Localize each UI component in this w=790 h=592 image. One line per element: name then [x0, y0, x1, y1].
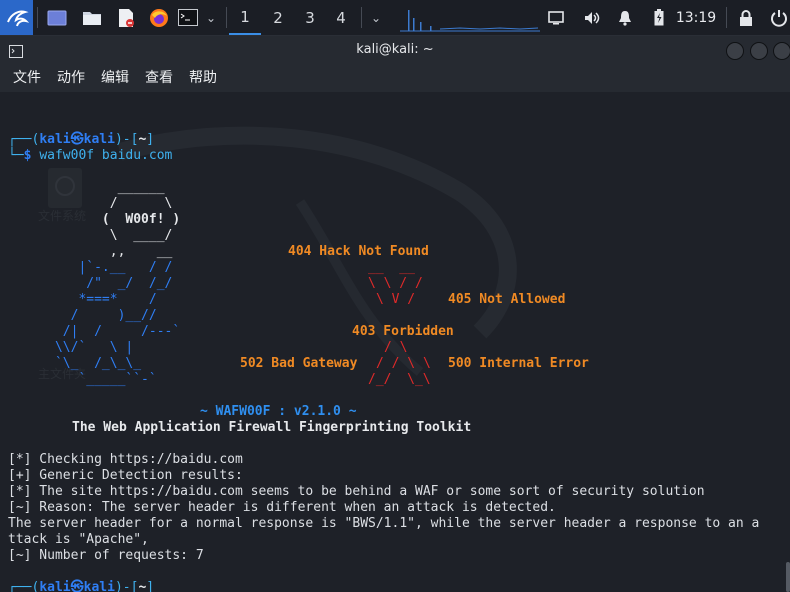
ascii-woof-line: |`-.__ / / [8, 260, 173, 275]
prompt-user: kali [39, 132, 71, 147]
firefox-launcher[interactable] [146, 0, 172, 35]
clock[interactable]: 13:19 [674, 0, 718, 35]
ascii-woof-line: /" _/ /_/ [8, 276, 173, 291]
error-403: 403 Forbidden [352, 324, 454, 339]
error-404: 404 Hack Not Found [288, 244, 429, 259]
window-title: kali@kali: ~ [356, 42, 434, 57]
kali-menu-button[interactable] [0, 0, 33, 35]
terminal-launcher[interactable] [177, 0, 199, 35]
error-405: 405 Not Allowed [448, 292, 566, 307]
display-tray[interactable] [545, 0, 567, 35]
output-line: [*] Checking https://baidu.com [8, 452, 243, 467]
chevron-down-icon: ⌄ [370, 10, 382, 25]
output-line: The server header for a normal response … [8, 516, 760, 531]
close-button[interactable] [773, 42, 790, 60]
workspace-4[interactable]: 4 [325, 0, 357, 35]
ascii-woof-line: \ ____/ [8, 228, 173, 243]
ascii-woof-line: / )__// [8, 308, 157, 323]
prompt-line-2: ┌──(kali㉿kali)-[~] [8, 580, 154, 592]
show-desktop-button[interactable] [44, 0, 70, 35]
menu-actions[interactable]: 动作 [57, 64, 85, 92]
bell-icon [619, 10, 631, 26]
output-line: [+] Generic Detection results: [8, 468, 243, 483]
workspace-2[interactable]: 2 [262, 0, 294, 35]
cpu-graph [400, 10, 540, 32]
workspace-3[interactable]: 3 [294, 0, 326, 35]
kali-dragon-icon [6, 10, 29, 26]
chevron-down-icon: ⌄ [205, 10, 217, 25]
text-editor-icon [119, 8, 134, 27]
output-line: ttack is "Apache", [8, 532, 149, 547]
menu-help[interactable]: 帮助 [189, 64, 217, 92]
menu-edit[interactable]: 编辑 [101, 64, 129, 92]
wafw00f-version: ~ WAFW00F : v2.1.0 ~ [200, 404, 357, 419]
red-x-line: / / \ \ [376, 356, 431, 371]
speaker-icon [585, 11, 600, 24]
monitor-icon [548, 10, 564, 24]
power-icon [771, 9, 787, 27]
folder-icon [83, 12, 101, 25]
output-line: [~] Reason: The server header is differe… [8, 500, 556, 515]
ascii-woof-line: `_____``-` [8, 372, 157, 387]
ascii-woof-line: ( W00f! ) [8, 212, 181, 227]
terminal-output[interactable]: 文件系统 主文件夹 ┌──(kali㉿kali)-[~] └─$ wafw00f… [0, 92, 790, 592]
launcher-menu-chevron[interactable]: ⌄ [202, 0, 220, 35]
battery-tray[interactable] [649, 0, 669, 35]
command-line: └─$ wafw00f baidu.com [8, 148, 173, 163]
terminal-icon [178, 9, 198, 26]
file-manager-launcher[interactable] [79, 0, 105, 35]
text-editor-launcher[interactable] [113, 0, 139, 35]
desktop-icon [47, 10, 67, 25]
prompt-host: kali [83, 132, 115, 147]
lock-screen-button[interactable] [736, 0, 756, 35]
red-x-line: / \ [384, 340, 408, 355]
minimize-button[interactable] [726, 42, 744, 60]
ascii-woof-line: `\_ /_\_\_ [8, 356, 142, 371]
workspace-menu-chevron[interactable]: ⌄ [366, 0, 386, 35]
workspace-1[interactable]: 1 [229, 0, 261, 35]
terminal-scrollbar[interactable] [786, 562, 790, 592]
red-x-line: __ __ [368, 260, 415, 275]
output-line: [*] The site https://baidu.com seems to … [8, 484, 705, 499]
ascii-woof-line: ______ [8, 180, 165, 195]
menu-bar: 文件 动作 编辑 查看 帮助 [0, 64, 790, 92]
notifications-tray[interactable] [614, 0, 636, 35]
ascii-woof-line: /| / /---` [8, 324, 181, 339]
battery-charging-icon [654, 9, 664, 26]
lock-icon [740, 9, 752, 26]
volume-tray[interactable] [581, 0, 603, 35]
top-panel: ⌄ 1 2 3 4 ⌄ 13:19 [0, 0, 790, 36]
wafw00f-subtitle: The Web Application Firewall Fingerprint… [72, 420, 472, 435]
prompt-user: kali [39, 580, 71, 592]
prompt-line-1: ┌──(kali㉿kali)-[~] [8, 132, 155, 147]
command-text: wafw00f baidu.com [39, 148, 173, 163]
ascii-woof-line: \\/` \ | [8, 340, 134, 355]
red-x-line: \ V / [376, 292, 416, 307]
output-line: [~] Number of requests: 7 [8, 548, 204, 563]
window-titlebar[interactable]: kali@kali: ~ [0, 36, 790, 64]
terminal-window: kali@kali: ~ 文件 动作 编辑 查看 帮助 文件系统 主文件夹 ┌─… [0, 36, 790, 592]
red-x-line: \ \ / / [368, 276, 423, 291]
ascii-woof-line: *===* / [8, 292, 157, 307]
red-x-line: /_/ \_\ [368, 372, 431, 387]
logout-button[interactable] [768, 0, 790, 35]
firefox-icon [150, 8, 168, 27]
ascii-woof-line: / \ [8, 196, 173, 211]
error-502: 502 Bad Gateway [240, 356, 358, 371]
prompt-host: kali [83, 580, 115, 592]
ascii-woof-line: ,, __ [8, 244, 173, 259]
error-500: 500 Internal Error [448, 356, 589, 371]
menu-file[interactable]: 文件 [13, 64, 41, 92]
maximize-button[interactable] [750, 42, 768, 60]
menu-view[interactable]: 查看 [145, 64, 173, 92]
